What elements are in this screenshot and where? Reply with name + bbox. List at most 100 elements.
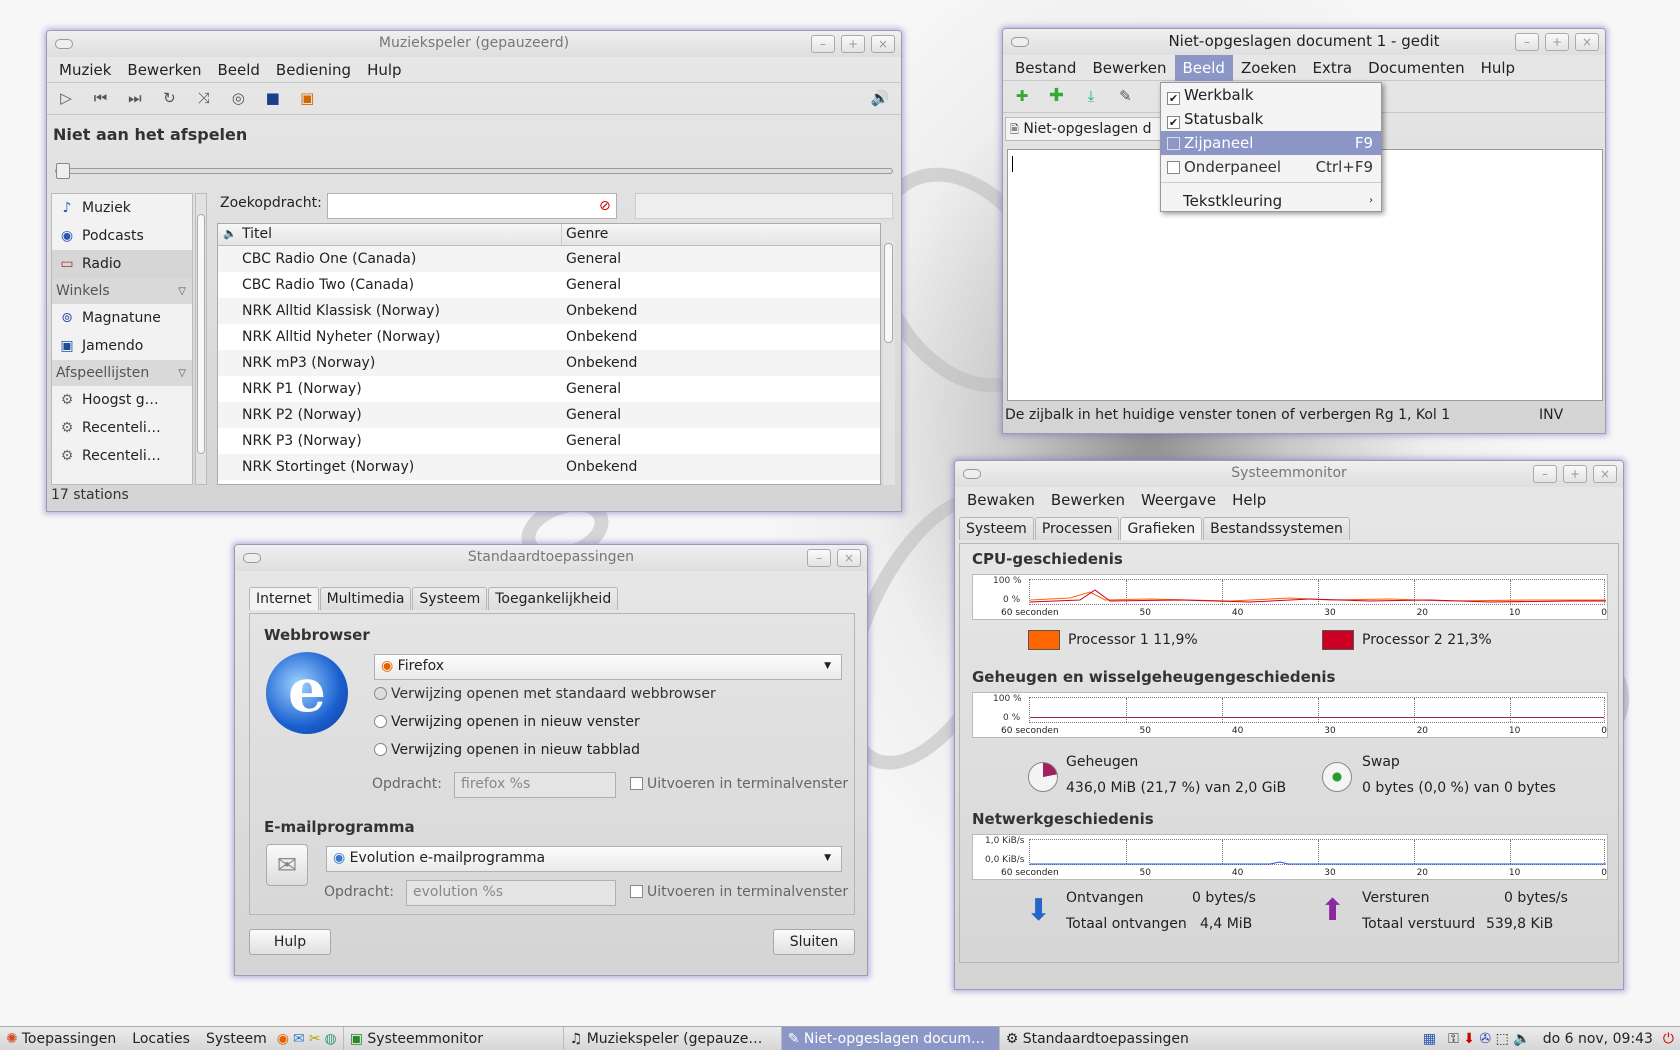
menu-item-statusbalk[interactable]: ✔ Statusbalk (1161, 107, 1381, 131)
repeat-icon[interactable]: ↻ (158, 87, 180, 109)
menu-item-werkbalk[interactable]: ✔ Werkbalk (1161, 83, 1381, 107)
menu-help[interactable]: Help (1224, 491, 1274, 509)
mail-terminal-checkbox[interactable]: Uitvoeren in terminalvenster (630, 884, 848, 900)
sidebar-item-magnatune[interactable]: ⊚ Magnatune (52, 304, 192, 332)
table-row[interactable]: NRK P2 (Norway) General (218, 402, 880, 428)
menu-zoeken[interactable]: Zoeken (1233, 59, 1305, 77)
menu-hulp[interactable]: Hulp (359, 61, 409, 79)
radio-button[interactable] (374, 715, 387, 728)
cpu2-color-swatch[interactable] (1322, 630, 1354, 650)
window-menu-icon[interactable] (243, 553, 261, 563)
playlist-item[interactable]: ⚙ Recenteli… (52, 442, 192, 470)
menu-bediening[interactable]: Bediening (268, 61, 359, 79)
mail-command-input[interactable]: evolution %s (406, 880, 616, 906)
menu-item-tekstkleuring[interactable]: Tekstkleuring › (1161, 190, 1381, 212)
menu-bestand[interactable]: Bestand (1007, 59, 1084, 77)
option-new-tab[interactable]: Verwijzing openen in nieuw tabblad (374, 742, 640, 758)
sidebar-item-jamendo[interactable]: ▣ Jamendo (52, 332, 192, 360)
previous-icon[interactable]: ⏮ (89, 87, 111, 109)
menu-bewerken[interactable]: Bewerken (1043, 491, 1133, 509)
shuffle-icon[interactable]: ⤨ (193, 87, 215, 109)
task-systeemmonitor[interactable]: ▣ Systeemmonitor (342, 1026, 563, 1050)
section-afspeellijsten[interactable]: Afspeellijsten ▽ (52, 360, 192, 386)
close-button[interactable]: × (1593, 465, 1617, 483)
tab-internet[interactable]: Internet (249, 587, 319, 610)
menu-item-onderpaneel[interactable]: Onderpaneel Ctrl+F9 (1161, 155, 1381, 179)
title-bar[interactable]: Standaardtoepassingen – × (235, 545, 867, 571)
mail-select[interactable]: ◉ Evolution e-mailprogramma ▼ (326, 846, 842, 872)
table-row[interactable]: NRK P1 (Norway) General (218, 376, 880, 402)
task-gedit[interactable]: ✎ Niet-opgeslagen docum… (780, 1026, 999, 1050)
tab-systeem[interactable]: Systeem (959, 517, 1034, 540)
column-genre[interactable]: Genre (562, 224, 608, 245)
title-bar[interactable]: Niet-opgeslagen document 1 - gedit – + × (1003, 29, 1605, 55)
tab-grafieken[interactable]: Grafieken (1120, 517, 1203, 540)
minimize-button[interactable]: – (1533, 465, 1557, 483)
swap-pie-icon[interactable] (1322, 762, 1352, 792)
show-desktop-icon[interactable]: ▦ (1415, 1027, 1444, 1050)
window-menu-icon[interactable] (55, 39, 73, 49)
tab-bestandssystemen[interactable]: Bestandssystemen (1203, 517, 1350, 540)
checkbox[interactable] (630, 777, 643, 790)
table-row[interactable]: NRK Alltid Nyheter (Norway) Onbekend (218, 324, 880, 350)
search-input[interactable] (327, 193, 617, 219)
table-scrollbar[interactable] (883, 223, 895, 485)
maximize-button[interactable]: + (841, 35, 865, 53)
mail-launcher-icon[interactable]: ✉ (291, 1027, 307, 1050)
close-button[interactable]: × (837, 549, 861, 567)
web-command-input[interactable]: firefox %s (454, 772, 616, 798)
title-bar[interactable]: Muziekspeler (gepauzeerd) – + × (47, 31, 901, 57)
table-row[interactable]: CBC Radio Two (Canada) General (218, 272, 880, 298)
table-row[interactable]: CBC Radio One (Canada) General (218, 246, 880, 272)
memory-pie-icon[interactable] (1028, 762, 1058, 792)
filter-field[interactable] (635, 193, 893, 219)
menu-weergave[interactable]: Weergave (1133, 491, 1224, 509)
maximize-button[interactable]: + (1563, 465, 1587, 483)
playlist-item[interactable]: ⚙ Hoogst g… (52, 386, 192, 414)
menu-extra[interactable]: Extra (1305, 59, 1361, 77)
table-row[interactable]: NRK P3 (Norway) General (218, 428, 880, 454)
radio-button[interactable] (374, 687, 387, 700)
playlist-item[interactable]: ⚙ Recenteli… (52, 414, 192, 442)
menu-bewerken[interactable]: Bewerken (1084, 59, 1174, 77)
document-tab[interactable]: 🗎 Niet-opgeslagen d (1005, 117, 1163, 141)
close-button[interactable]: × (871, 35, 895, 53)
clear-search-icon[interactable]: ⊘ (599, 198, 611, 214)
window-menu-icon[interactable] (1011, 37, 1029, 47)
menu-toepassingen[interactable]: Toepassingen (20, 1027, 125, 1050)
tab-toegankelijkheid[interactable]: Toegankelijkheid (488, 587, 619, 610)
web-terminal-checkbox[interactable]: Uitvoeren in terminalvenster (630, 776, 848, 792)
upload-arrow-icon[interactable]: ⬆ (1320, 896, 1345, 926)
minimize-button[interactable]: – (807, 549, 831, 567)
tab-processen[interactable]: Processen (1034, 517, 1120, 540)
tab-multimedia[interactable]: Multimedia (319, 587, 412, 610)
task-standaardtoepassingen[interactable]: ⚙ Standaardtoepassingen (998, 1026, 1199, 1050)
album-art-icon[interactable]: ▣ (296, 87, 318, 109)
menu-beeld[interactable]: Beeld (1174, 54, 1233, 81)
menu-locaties[interactable]: Locaties (124, 1027, 198, 1050)
section-winkels[interactable]: Winkels ▽ (52, 278, 192, 304)
browser-select[interactable]: ◉ Firefox ▼ (374, 654, 842, 680)
table-row[interactable]: NRK Alltid Klassisk (Norway) Onbekend (218, 298, 880, 324)
radio-button[interactable] (374, 743, 387, 756)
column-titel[interactable]: Titel (242, 224, 562, 245)
firefox-launcher-icon[interactable]: ◉ (275, 1027, 291, 1050)
burn-icon[interactable]: ◎ (227, 87, 249, 109)
next-icon[interactable]: ⏭ (124, 87, 146, 109)
download-arrow-icon[interactable]: ⬇ (1026, 896, 1051, 926)
visualizer-icon[interactable]: ■ (262, 87, 284, 109)
shutdown-icon[interactable]: ⏻ (1661, 1027, 1680, 1050)
menu-bewaken[interactable]: Bewaken (959, 491, 1043, 509)
minimize-button[interactable]: – (811, 35, 835, 53)
close-dialog-button[interactable]: Sluiten (773, 929, 855, 955)
cpu1-color-swatch[interactable] (1028, 630, 1060, 650)
save-icon[interactable]: ⤓ (1080, 85, 1102, 107)
menu-documenten[interactable]: Documenten (1360, 59, 1472, 77)
menu-hulp[interactable]: Hulp (1473, 59, 1523, 77)
clock[interactable]: do 6 nov, 09:43 (1535, 1027, 1661, 1050)
table-row[interactable]: NRK Stortinget (Norway) Onbekend (218, 454, 880, 480)
network-launcher-icon[interactable]: ◍ (322, 1027, 342, 1050)
checkbox[interactable] (630, 885, 643, 898)
menu-muziek[interactable]: Muziek (51, 61, 119, 79)
table-row[interactable]: NRK mP3 (Norway) Onbekend (218, 350, 880, 376)
